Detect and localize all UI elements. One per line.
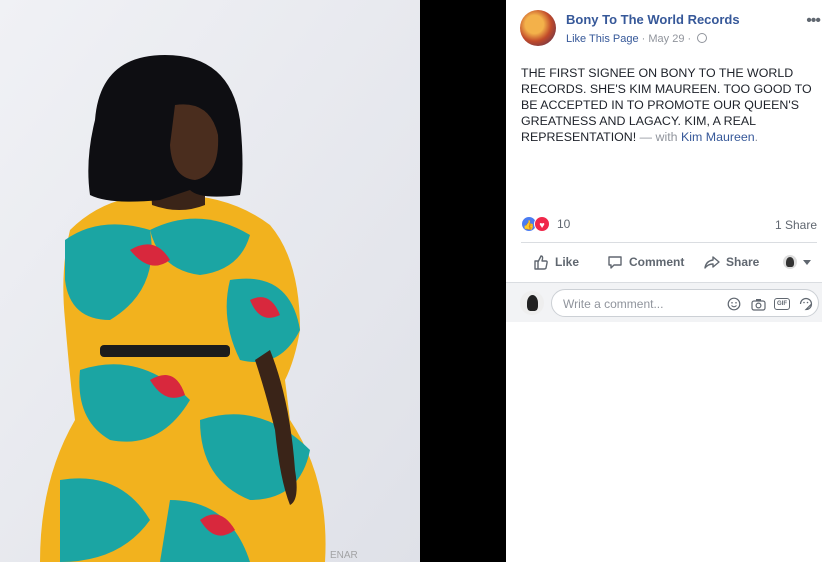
share-button-label: Share (726, 255, 760, 269)
tagged-person-link[interactable]: Kim Maureen (681, 130, 755, 144)
meta-separator: · (641, 33, 646, 45)
page-avatar[interactable] (520, 10, 556, 46)
action-bar: Like Comment Share (521, 248, 817, 276)
meta-separator-2: · (687, 33, 692, 45)
user-avatar-small (783, 255, 797, 269)
like-button-label: Like (555, 255, 580, 269)
sticker-icon[interactable] (798, 296, 814, 312)
comment-button-label: Comment (629, 255, 685, 269)
camera-icon[interactable] (750, 296, 766, 312)
reactions-bar: 👍 ♥ 10 1 Share (521, 215, 817, 235)
page-name-link[interactable]: Bony To The World Records (566, 12, 740, 27)
post-meta: Like This Page · May 29 · (566, 33, 708, 45)
post-body: THE FIRST SIGNEE ON BONY TO THE WORLD RE… (521, 65, 813, 145)
divider (521, 242, 817, 243)
post-date[interactable]: May 29 (648, 33, 684, 45)
comment-placeholder: Write a comment... (563, 297, 664, 311)
comment-composer: Write a comment... GIF (506, 282, 822, 322)
user-avatar (520, 291, 544, 315)
share-arrow-icon (704, 256, 720, 269)
like-button[interactable]: Like (533, 248, 579, 276)
comment-as-selector[interactable] (783, 248, 811, 276)
globe-icon[interactable] (697, 33, 708, 43)
share-count[interactable]: 1 Share (775, 218, 817, 232)
comment-button[interactable]: Comment (607, 248, 684, 276)
reaction-count[interactable]: 10 (557, 217, 570, 231)
comment-input[interactable]: Write a comment... GIF (551, 289, 819, 317)
tagged-end: . (754, 130, 759, 144)
photo-illustration: ENAR (0, 0, 420, 562)
svg-text:ENAR: ENAR (330, 550, 358, 561)
emoji-icon[interactable] (726, 296, 742, 312)
gif-icon[interactable]: GIF (774, 296, 790, 312)
post-header: Bony To The World Records Like This Page… (520, 10, 821, 50)
share-button[interactable]: Share (704, 248, 759, 276)
lightbox-gap (420, 0, 506, 562)
love-icon[interactable]: ♥ (534, 216, 550, 232)
comment-icon (608, 256, 622, 269)
with-label: — with (639, 130, 678, 144)
post-details-panel: Bony To The World Records Like This Page… (506, 0, 822, 562)
chevron-down-icon (803, 259, 811, 265)
gif-label: GIF (774, 298, 790, 310)
like-thumb-icon (534, 255, 548, 270)
post-photo[interactable]: ENAR (0, 0, 420, 562)
more-icon[interactable]: ••• (806, 12, 821, 30)
like-page-link[interactable]: Like This Page (566, 33, 639, 45)
